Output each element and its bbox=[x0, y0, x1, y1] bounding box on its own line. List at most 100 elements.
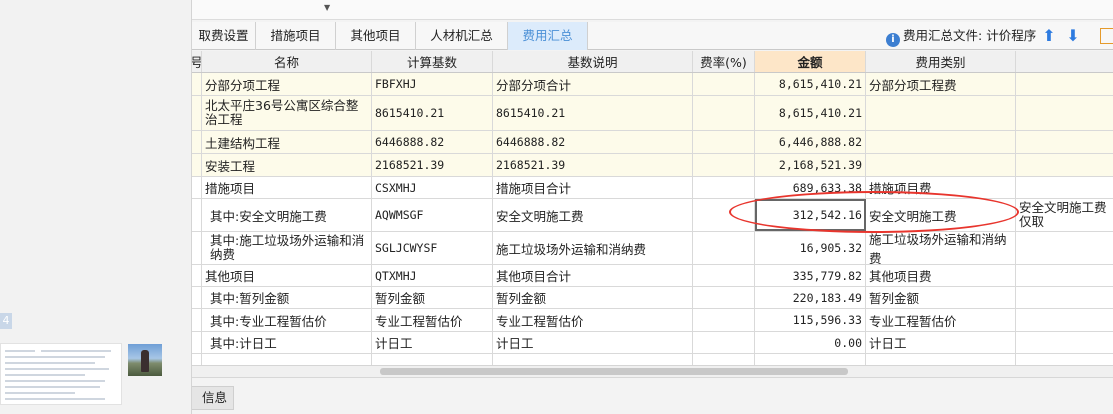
cell-name[interactable]: 其中:暂列金额 bbox=[202, 287, 372, 308]
cell-extra[interactable] bbox=[1016, 309, 1113, 331]
cell-extra[interactable] bbox=[1016, 287, 1113, 308]
col-header-desc[interactable]: 基数说明 bbox=[493, 51, 693, 72]
cell-name[interactable]: 措施项目 bbox=[202, 177, 372, 198]
cell-type[interactable] bbox=[866, 154, 1016, 176]
cell-base[interactable]: 8615410.21 bbox=[372, 96, 493, 130]
table-row[interactable]: 其中:计日工 计日工 计日工 0.00 计日工 bbox=[192, 332, 1113, 354]
cell-rate[interactable] bbox=[693, 199, 755, 231]
tab-fee-settings[interactable]: 取费设置 bbox=[192, 22, 256, 50]
cell-type[interactable]: 专业工程暂估价 bbox=[866, 309, 1016, 331]
cell-extra[interactable] bbox=[1016, 265, 1113, 286]
cell-base[interactable]: FBFXHJ bbox=[372, 73, 493, 95]
cell-amount[interactable]: 335,779.82 bbox=[755, 265, 866, 286]
cell-name[interactable]: 其中:计日工 bbox=[202, 332, 372, 353]
table-row[interactable]: 措施项目 CSXMHJ 措施项目合计 689,633.38 措施项目费 bbox=[192, 177, 1113, 199]
tab-info[interactable]: 信息 bbox=[192, 386, 234, 410]
cell-desc[interactable]: 2168521.39 bbox=[493, 154, 693, 176]
table-row[interactable]: 北太平庄36号公寓区综合整治工程 8615410.21 8615410.21 8… bbox=[192, 96, 1113, 131]
cell-desc[interactable]: 6446888.82 bbox=[493, 131, 693, 153]
tab-other-items[interactable]: 其他项目 bbox=[336, 22, 416, 50]
cell-amount[interactable]: 8,615,410.21 bbox=[755, 73, 866, 95]
cell-amount[interactable]: 689,633.38 bbox=[755, 177, 866, 198]
cell-type[interactable]: 暂列金额 bbox=[866, 287, 1016, 308]
summary-file-value[interactable]: 计价程序 bbox=[986, 28, 1036, 43]
col-header-base[interactable]: 计算基数 bbox=[372, 51, 493, 72]
cell-desc[interactable]: 专业工程暂估价 bbox=[493, 309, 693, 331]
cell-extra[interactable] bbox=[1016, 131, 1113, 153]
cell-desc[interactable]: 8615410.21 bbox=[493, 96, 693, 130]
cell-desc[interactable]: 措施项目合计 bbox=[493, 177, 693, 198]
table-row-partial[interactable] bbox=[192, 354, 1113, 365]
cell-amount[interactable]: 0.00 bbox=[755, 332, 866, 353]
cell-base[interactable]: 2168521.39 bbox=[372, 154, 493, 176]
cell-name[interactable]: 其他项目 bbox=[202, 265, 372, 286]
tab-labor-material-summary[interactable]: 人材机汇总 bbox=[416, 22, 508, 50]
table-row[interactable]: 其中:专业工程暂估价 专业工程暂估价 专业工程暂估价 115,596.33 专业… bbox=[192, 309, 1113, 332]
cell-rate[interactable] bbox=[693, 287, 755, 308]
cell-rate[interactable] bbox=[693, 96, 755, 130]
cell-base[interactable]: 暂列金额 bbox=[372, 287, 493, 308]
cell-name[interactable]: 北太平庄36号公寓区综合整治工程 bbox=[202, 96, 372, 130]
cell-extra[interactable] bbox=[1016, 332, 1113, 353]
tab-measures[interactable]: 措施项目 bbox=[256, 22, 336, 50]
photo-thumbnail[interactable] bbox=[128, 344, 162, 376]
col-header-amount[interactable]: 金额 bbox=[755, 51, 866, 72]
cell-type[interactable]: 安全文明施工费 bbox=[866, 199, 1016, 231]
cell-amount[interactable]: 2,168,521.39 bbox=[755, 154, 866, 176]
cell-type[interactable] bbox=[866, 96, 1016, 130]
table-row[interactable]: 其中:暂列金额 暂列金额 暂列金额 220,183.49 暂列金额 bbox=[192, 287, 1113, 309]
tab-cost-summary[interactable]: 费用汇总 bbox=[508, 22, 588, 50]
cell-desc[interactable]: 安全文明施工费 bbox=[493, 199, 693, 231]
cell-desc[interactable]: 暂列金额 bbox=[493, 287, 693, 308]
cell-type[interactable]: 计日工 bbox=[866, 332, 1016, 353]
cell-amount[interactable]: 115,596.33 bbox=[755, 309, 866, 331]
cell-extra[interactable] bbox=[1016, 96, 1113, 130]
cell-rate[interactable] bbox=[693, 309, 755, 331]
cell-name[interactable]: 其中:专业工程暂估价 bbox=[202, 309, 372, 331]
cell-name[interactable]: 其中:施工垃圾场外运输和消纳费 bbox=[202, 232, 372, 264]
cell-base[interactable]: QTXMHJ bbox=[372, 265, 493, 286]
cell-base[interactable]: 计日工 bbox=[372, 332, 493, 353]
cell-name[interactable]: 分部分项工程 bbox=[202, 73, 372, 95]
table-row[interactable]: 其中:安全文明施工费 AQWMSGF 安全文明施工费 312,542.16 安全… bbox=[192, 199, 1113, 232]
dropdown-caret-icon[interactable]: ▼ bbox=[324, 3, 330, 12]
cell-rate[interactable] bbox=[693, 154, 755, 176]
cell-desc[interactable]: 其他项目合计 bbox=[493, 265, 693, 286]
cell-extra[interactable] bbox=[1016, 154, 1113, 176]
cell-base[interactable]: 专业工程暂估价 bbox=[372, 309, 493, 331]
col-header-code[interactable]: 号 bbox=[192, 51, 202, 72]
move-up-arrow-icon[interactable]: ⬆ bbox=[1041, 27, 1057, 45]
col-header-name[interactable]: 名称 bbox=[202, 51, 372, 72]
cell-type[interactable]: 其他项目费 bbox=[866, 265, 1016, 286]
cell-rate[interactable] bbox=[693, 177, 755, 198]
col-header-rate[interactable]: 费率(%) bbox=[693, 51, 755, 72]
cell-extra[interactable] bbox=[1016, 73, 1113, 95]
cell-extra[interactable] bbox=[1016, 232, 1113, 264]
cell-extra[interactable] bbox=[1016, 177, 1113, 198]
cell-base[interactable]: 6446888.82 bbox=[372, 131, 493, 153]
cell-type[interactable]: 分部分项工程费 bbox=[866, 73, 1016, 95]
cell-extra[interactable]: 安全文明施工费仅取 bbox=[1016, 199, 1113, 231]
cell-type[interactable]: 措施项目费 bbox=[866, 177, 1016, 198]
document-thumbnail[interactable] bbox=[0, 343, 122, 405]
cell-amount[interactable]: 8,615,410.21 bbox=[755, 96, 866, 130]
cell-amount[interactable]: 220,183.49 bbox=[755, 287, 866, 308]
cell-rate[interactable] bbox=[693, 131, 755, 153]
cell-rate[interactable] bbox=[693, 265, 755, 286]
cell-name[interactable]: 安装工程 bbox=[202, 154, 372, 176]
cell-desc[interactable]: 计日工 bbox=[493, 332, 693, 353]
cell-name[interactable]: 土建结构工程 bbox=[202, 131, 372, 153]
scrollbar-thumb[interactable] bbox=[380, 368, 848, 375]
cell-desc[interactable]: 施工垃圾场外运输和消纳费 bbox=[493, 232, 693, 264]
table-row[interactable]: 土建结构工程 6446888.82 6446888.82 6,446,888.8… bbox=[192, 131, 1113, 154]
table-row[interactable]: 分部分项工程 FBFXHJ 分部分项合计 8,615,410.21 分部分项工程… bbox=[192, 73, 1113, 96]
table-row[interactable]: 其他项目 QTXMHJ 其他项目合计 335,779.82 其他项目费 bbox=[192, 265, 1113, 287]
cell-rate[interactable] bbox=[693, 232, 755, 264]
toolbar-settings-icon[interactable] bbox=[1100, 28, 1113, 44]
cell-type[interactable]: 施工垃圾场外运输和消纳费 bbox=[866, 232, 1016, 264]
horizontal-scrollbar[interactable] bbox=[192, 365, 1113, 377]
cell-type[interactable] bbox=[866, 131, 1016, 153]
move-down-arrow-icon[interactable]: ⬇ bbox=[1065, 27, 1081, 45]
col-header-type[interactable]: 费用类别 bbox=[866, 51, 1016, 72]
table-row[interactable]: 安装工程 2168521.39 2168521.39 2,168,521.39 bbox=[192, 154, 1113, 177]
